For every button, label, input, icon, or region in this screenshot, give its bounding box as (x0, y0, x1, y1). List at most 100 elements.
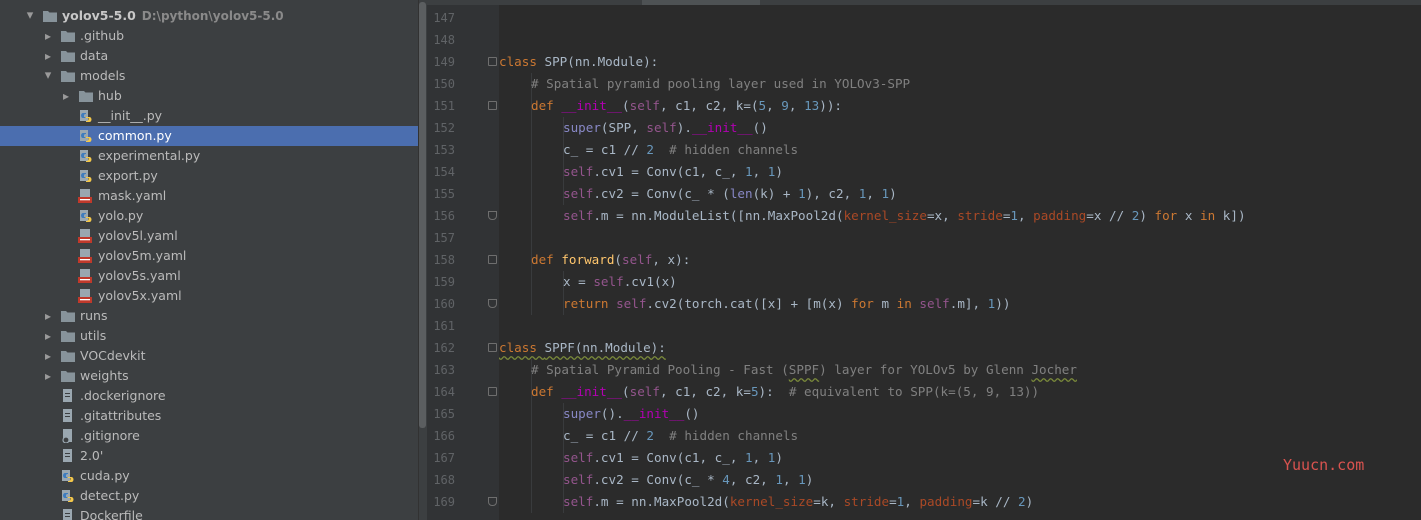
tree-item[interactable]: export.py (0, 166, 418, 186)
fold-marker-icon[interactable] (488, 101, 497, 110)
python-file-icon (78, 129, 94, 143)
tree-item[interactable]: ▸ utils (0, 326, 418, 346)
code-token: , (752, 164, 768, 179)
code-token: =x, (926, 208, 958, 223)
tree-item[interactable]: 2.0' (0, 446, 418, 466)
tree-item[interactable]: mask.yaml (0, 186, 418, 206)
code-line[interactable]: self.m = nn.MaxPool2d(kernel_size=k, str… (563, 491, 1033, 513)
chevron-right-icon[interactable]: ▸ (42, 326, 54, 346)
tree-item-label: .github (80, 28, 125, 43)
project-tree-scrollbar-thumb[interactable] (419, 2, 426, 428)
tree-item[interactable]: .gitignore (0, 426, 418, 446)
code-line[interactable]: self.cv2 = Conv(c_ * 4, c2, 1, 1) (563, 469, 813, 491)
code-editor[interactable]: class SPP(nn.Module): # Spatial pyramid p… (499, 5, 1421, 520)
tree-item[interactable]: experimental.py (0, 146, 418, 166)
chevron-right-icon[interactable]: ▸ (42, 366, 54, 386)
tree-item-label: experimental.py (98, 148, 201, 163)
tree-item[interactable]: yolo.py (0, 206, 418, 226)
yaml-file-icon (78, 249, 94, 263)
tree-item[interactable]: ▸ VOCdevkit (0, 346, 418, 366)
code-line[interactable]: self.m = nn.ModuleList([nn.MaxPool2d(ker… (563, 205, 1246, 227)
code-token: (). (600, 406, 624, 421)
tree-item[interactable]: ▸ runs (0, 306, 418, 326)
code-token: ( (614, 252, 623, 267)
tree-item[interactable]: ▸ hub (0, 86, 418, 106)
tree-item-label: models (80, 68, 126, 83)
tree-item[interactable]: ▾ models (0, 66, 418, 86)
code-line[interactable]: return self.cv2(torch.cat([x] + [m(x) fo… (563, 293, 1010, 315)
folder-icon (60, 369, 76, 383)
code-line[interactable]: self.cv1 = Conv(c1, c_, 1, 1) (563, 161, 783, 183)
code-line[interactable]: def __init__(self, c1, c2, k=(5, 9, 13))… (531, 95, 842, 117)
code-token: (SPP, (600, 120, 647, 135)
code-line[interactable]: class SPP(nn.Module): (499, 51, 658, 73)
tree-item-label: .dockerignore (80, 388, 166, 403)
code-token: SPPF (788, 362, 820, 377)
line-number: 163 (433, 363, 455, 377)
chevron-down-icon[interactable]: ▾ (24, 6, 36, 26)
code-token: () (684, 406, 700, 421)
tree-item[interactable]: yolov5m.yaml (0, 246, 418, 266)
code-token: ) (889, 186, 897, 201)
fold-marker-icon[interactable] (488, 343, 497, 352)
tree-item-label: cuda.py (80, 468, 130, 483)
tree-item[interactable]: common.py (0, 126, 418, 146)
tree-item[interactable]: yolov5l.yaml (0, 226, 418, 246)
tree-item[interactable]: ▸ weights (0, 366, 418, 386)
line-number: 161 (433, 319, 455, 333)
code-line[interactable]: x = self.cv1(x) (563, 271, 677, 293)
code-line[interactable]: # Spatial pyramid pooling layer used in … (531, 73, 910, 95)
folder-icon (42, 9, 58, 23)
tree-item[interactable]: .dockerignore (0, 386, 418, 406)
fold-end-marker-icon[interactable] (488, 299, 497, 308)
fold-marker-icon[interactable] (488, 387, 497, 396)
chevron-right-icon[interactable]: ▸ (42, 46, 54, 66)
code-line[interactable]: # Spatial Pyramid Pooling - Fast (SPPF) … (531, 359, 1077, 381)
code-line[interactable]: self.cv1 = Conv(c1, c_, 1, 1) (563, 447, 783, 469)
fold-end-marker-icon[interactable] (488, 211, 497, 220)
tree-item-label: weights (80, 368, 129, 383)
code-token: 2 (1018, 494, 1026, 509)
chevron-right-icon[interactable]: ▸ (42, 26, 54, 46)
chevron-right-icon[interactable]: ▸ (60, 86, 72, 106)
code-token: , (1018, 208, 1034, 223)
tree-item[interactable]: cuda.py (0, 466, 418, 486)
code-token: , c2, (729, 472, 776, 487)
tree-item[interactable]: yolov5x.yaml (0, 286, 418, 306)
fold-marker-icon[interactable] (488, 255, 497, 264)
tree-item[interactable]: __init__.py (0, 106, 418, 126)
code-line[interactable]: def __init__(self, c1, c2, k=5): # equiv… (531, 381, 1039, 403)
chevron-right-icon[interactable]: ▸ (42, 306, 54, 326)
tree-item[interactable]: yolov5s.yaml (0, 266, 418, 286)
code-token: =k, (813, 494, 844, 509)
tree-item[interactable]: ▸ .github (0, 26, 418, 46)
tree-item[interactable]: .gitattributes (0, 406, 418, 426)
code-line[interactable]: super().__init__() (563, 403, 700, 425)
code-line[interactable]: self.cv2 = Conv(c_ * (len(k) + 1), c2, 1… (563, 183, 897, 205)
tree-item[interactable]: ▸ data (0, 46, 418, 66)
fold-end-marker-icon[interactable] (488, 497, 497, 506)
code-line[interactable]: def forward(self, x): (531, 249, 690, 271)
code-token: 1 (745, 450, 753, 465)
tree-item-label: utils (80, 328, 107, 343)
chevron-down-icon[interactable]: ▾ (42, 66, 54, 86)
tree-item-label: __init__.py (98, 108, 163, 123)
python-file-icon (60, 489, 76, 503)
tree-item[interactable]: Dockerfile (0, 506, 418, 520)
code-line[interactable]: super(SPP, self).__init__() (563, 117, 768, 139)
tree-item[interactable]: ▾ yolov5-5.0 D:\python\yolov5-5.0 (0, 6, 418, 26)
tree-item[interactable]: detect.py (0, 486, 418, 506)
code-line[interactable]: c_ = c1 // 2 # hidden channels (563, 425, 798, 447)
code-token: k]) (1222, 208, 1246, 223)
chevron-right-icon[interactable]: ▸ (42, 346, 54, 366)
code-line[interactable]: c_ = c1 // 2 # hidden channels (563, 139, 798, 161)
folder-icon (60, 309, 76, 323)
tree-item-label: Dockerfile (80, 508, 143, 520)
folder-icon (60, 49, 76, 63)
code-line[interactable]: class SPPF(nn.Module): (499, 337, 666, 359)
code-token: ( (622, 384, 630, 399)
code-token: c_ = c1 // (563, 142, 647, 157)
fold-marker-icon[interactable] (488, 57, 497, 66)
code-token: kernel_size (729, 494, 814, 509)
code-token: in (1200, 208, 1223, 223)
